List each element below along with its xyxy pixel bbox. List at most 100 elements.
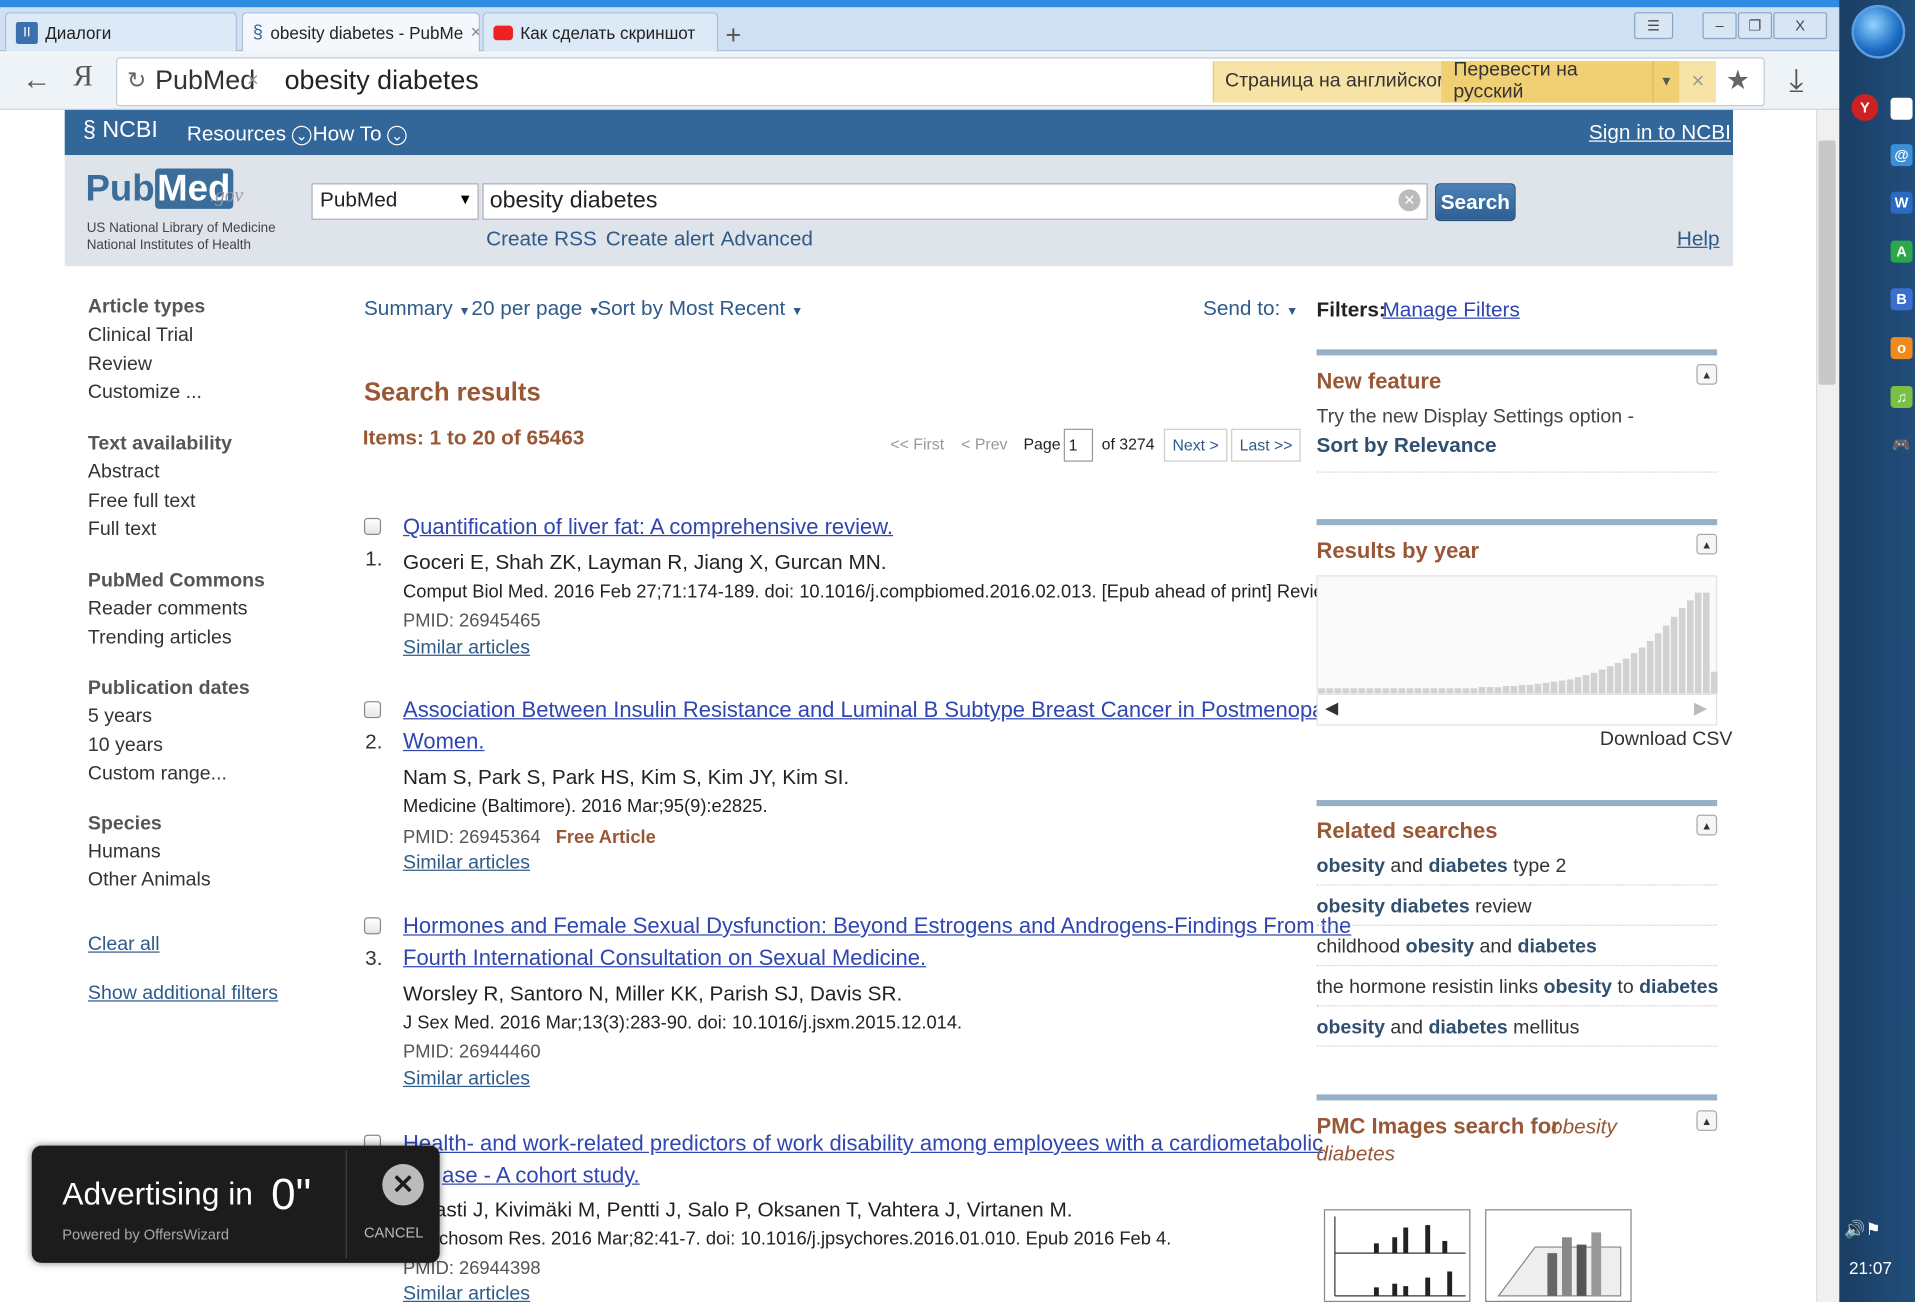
- clear-search-icon[interactable]: ✕: [1398, 189, 1421, 212]
- related-search-link[interactable]: obesity and diabetes mellitus: [1317, 1017, 1580, 1039]
- year-bar[interactable]: [1702, 592, 1710, 694]
- result-checkbox[interactable]: [363, 701, 382, 719]
- results-by-year-chart[interactable]: [1316, 575, 1718, 694]
- odnoklassniki-icon[interactable]: o: [1890, 337, 1913, 360]
- music-icon[interactable]: ♫: [1890, 385, 1913, 408]
- translate-dropdown-icon[interactable]: ▼: [1652, 61, 1680, 103]
- back-arrow-icon[interactable]: ←: [22, 64, 51, 98]
- year-bar[interactable]: [1558, 680, 1566, 694]
- similar-articles-link[interactable]: Similar articles: [403, 1284, 530, 1302]
- year-bar[interactable]: [1638, 647, 1646, 694]
- result-title-link[interactable]: Health- and work-related predictors of w…: [403, 1131, 1323, 1157]
- scroll-right-icon[interactable]: ▶: [1694, 697, 1707, 718]
- year-bar[interactable]: [1662, 625, 1670, 694]
- create-rss-link[interactable]: Create RSS: [486, 227, 597, 251]
- year-bar[interactable]: [1630, 653, 1638, 694]
- ncbi-logo[interactable]: § NCBI: [83, 117, 158, 144]
- next-page-button[interactable]: Next >: [1163, 428, 1228, 462]
- year-chart-scroller[interactable]: [1316, 693, 1718, 726]
- translate-close-icon[interactable]: ×: [1692, 68, 1705, 94]
- scroll-left-icon[interactable]: ◀: [1325, 697, 1338, 718]
- help-link[interactable]: Help: [1677, 227, 1720, 251]
- per-page-dropdown[interactable]: 20 per page ▼: [471, 297, 600, 321]
- filter-10-years[interactable]: 10 years: [88, 735, 163, 757]
- tab-pubmed[interactable]: § obesity diabetes - PubMe ×: [241, 12, 480, 52]
- pmc-image-thumbnail[interactable]: [1485, 1209, 1632, 1302]
- resources-menu[interactable]: Resources ⌄: [187, 122, 312, 146]
- year-bar[interactable]: [1502, 686, 1510, 694]
- filter-customize[interactable]: Customize ...: [88, 382, 202, 404]
- year-bar[interactable]: [1534, 683, 1542, 694]
- sort-by-relevance-link[interactable]: Sort by Relevance: [1317, 434, 1497, 458]
- related-search-link[interactable]: obesity diabetes review: [1317, 897, 1532, 919]
- year-bar[interactable]: [1614, 662, 1622, 694]
- scrollbar-thumb[interactable]: [1818, 140, 1836, 385]
- ad-cancel-button[interactable]: CANCEL: [364, 1224, 423, 1241]
- result-checkbox[interactable]: [363, 517, 382, 535]
- yandex-icon[interactable]: Я: [73, 61, 93, 94]
- system-tray-icons[interactable]: 🔊⚑: [1844, 1219, 1881, 1240]
- window-icon[interactable]: [1890, 97, 1913, 120]
- result-title-link-line2[interactable]: Fourth International Consultation on Sex…: [403, 945, 926, 971]
- address-text[interactable]: obesity diabetes: [285, 65, 479, 97]
- close-icon[interactable]: ✕: [382, 1163, 424, 1206]
- similar-articles-link[interactable]: Similar articles: [403, 853, 530, 875]
- filter-clinical-trial[interactable]: Clinical Trial: [88, 325, 193, 347]
- reload-icon[interactable]: ↻: [127, 67, 146, 95]
- word-icon[interactable]: W: [1890, 191, 1913, 214]
- collapse-icon[interactable]: ▲: [1696, 814, 1718, 836]
- filter-humans[interactable]: Humans: [88, 842, 161, 864]
- year-bar[interactable]: [1566, 679, 1574, 694]
- similar-articles-link[interactable]: Similar articles: [403, 638, 530, 660]
- download-csv-link[interactable]: Download CSV: [1600, 729, 1733, 751]
- close-tab-icon[interactable]: ×: [471, 22, 479, 43]
- collapse-icon[interactable]: ▲: [1696, 1110, 1718, 1132]
- result-title-link-line2[interactable]: Women.: [403, 729, 484, 755]
- year-bar[interactable]: [1590, 672, 1598, 694]
- restore-button[interactable]: ❐: [1737, 12, 1773, 40]
- pmc-image-thumbnail[interactable]: [1323, 1209, 1471, 1302]
- close-window-button[interactable]: X: [1773, 12, 1828, 40]
- result-checkbox[interactable]: [363, 917, 382, 935]
- new-tab-button[interactable]: +: [725, 20, 741, 52]
- year-bar[interactable]: [1542, 682, 1550, 694]
- year-bar[interactable]: [1646, 640, 1654, 694]
- translate-button[interactable]: Перевести на русский: [1441, 60, 1653, 103]
- sign-in-link[interactable]: Sign in to NCBI: [1589, 121, 1731, 145]
- result-title-link-line2[interactable]: ase - A cohort study.: [442, 1163, 640, 1189]
- filter-full-text[interactable]: Full text: [88, 519, 156, 541]
- tab-youtube[interactable]: Как сделать скриншот: [482, 12, 719, 52]
- bookmark-star-icon[interactable]: ★: [1726, 65, 1750, 97]
- year-bar[interactable]: [1526, 684, 1534, 694]
- year-bar[interactable]: [1518, 684, 1526, 694]
- related-search-link[interactable]: the hormone resistin links obesity to di…: [1317, 977, 1719, 999]
- start-button[interactable]: [1851, 4, 1906, 59]
- year-bar[interactable]: [1694, 592, 1702, 694]
- mail-icon[interactable]: @: [1890, 144, 1913, 167]
- year-bar[interactable]: [1606, 666, 1614, 694]
- year-bar[interactable]: [1550, 681, 1558, 694]
- result-title-link[interactable]: Hormones and Female Sexual Dysfunction: …: [403, 914, 1351, 940]
- search-button[interactable]: Search: [1435, 183, 1516, 222]
- database-select[interactable]: PubMed: [311, 183, 479, 220]
- related-search-link[interactable]: childhood obesity and diabetes: [1317, 937, 1597, 959]
- send-to-dropdown[interactable]: Send to: ▼: [1203, 297, 1298, 321]
- sort-dropdown[interactable]: Sort by Most Recent ▼: [597, 297, 803, 321]
- year-bar[interactable]: [1622, 658, 1630, 694]
- gamepad-icon[interactable]: 🎮: [1891, 434, 1913, 456]
- manage-filters-link[interactable]: Manage Filters: [1383, 298, 1520, 322]
- similar-articles-link[interactable]: Similar articles: [403, 1069, 530, 1091]
- year-bar[interactable]: [1710, 671, 1718, 694]
- year-bar[interactable]: [1510, 686, 1518, 694]
- menu-icon[interactable]: ☰: [1634, 12, 1674, 40]
- vk-icon[interactable]: B: [1890, 288, 1913, 311]
- dropdown-arrow-icon[interactable]: ▼: [458, 191, 473, 208]
- create-alert-link[interactable]: Create alert: [606, 227, 714, 251]
- minimize-button[interactable]: –: [1702, 12, 1737, 40]
- download-icon[interactable]: ⤓: [1789, 61, 1803, 100]
- show-additional-filters-link[interactable]: Show additional filters: [88, 983, 278, 1005]
- filter-other-animals[interactable]: Other Animals: [88, 870, 211, 892]
- tab-dialogs[interactable]: II Диалоги: [4, 12, 237, 52]
- year-bar[interactable]: [1654, 633, 1662, 694]
- year-bar[interactable]: [1582, 675, 1590, 694]
